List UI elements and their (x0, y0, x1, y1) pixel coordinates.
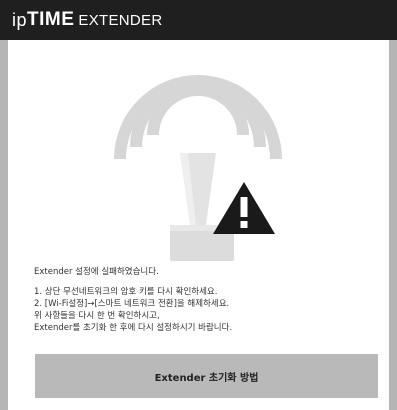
message-line: Extender를 초기화 한 후에 다시 설정하시기 바랍니다. (34, 323, 233, 333)
content-panel: Extender 설정에 실패하였습니다. 1. 상단 무선네트워크의 암호 키… (8, 40, 389, 410)
app-header: ip TIME EXTENDER (0, 0, 397, 40)
warning-icon (213, 182, 275, 234)
message-line: 위 사항들을 다시 한 번 확인하시고, (34, 311, 160, 321)
frame-left (0, 40, 8, 410)
extender-device-icon (170, 153, 234, 261)
message-line: 1. 상단 무선네트워크의 암호 키를 다시 확인하세요. (34, 287, 218, 297)
brand-extender-text: EXTENDER (78, 11, 163, 29)
error-title: Extender 설정에 실패하였습니다. (34, 267, 159, 277)
brand-time-text: TIME (27, 9, 75, 30)
error-message: Extender 설정에 실패하였습니다. 1. 상단 무선네트워크의 암호 키… (34, 266, 379, 334)
frame-right (389, 40, 397, 410)
extender-illustration (114, 75, 282, 261)
extender-reset-guide-button[interactable]: Extender 초기화 방법 (35, 354, 378, 398)
brand-ip-text: ip (12, 9, 28, 30)
reset-button-label: Extender 초기화 방법 (154, 372, 259, 384)
message-line: 2. [Wi-Fi설정]→[스마트 네트워크 전환]을 해제하세요. (34, 299, 230, 309)
wifi-waves-icon (114, 75, 282, 160)
